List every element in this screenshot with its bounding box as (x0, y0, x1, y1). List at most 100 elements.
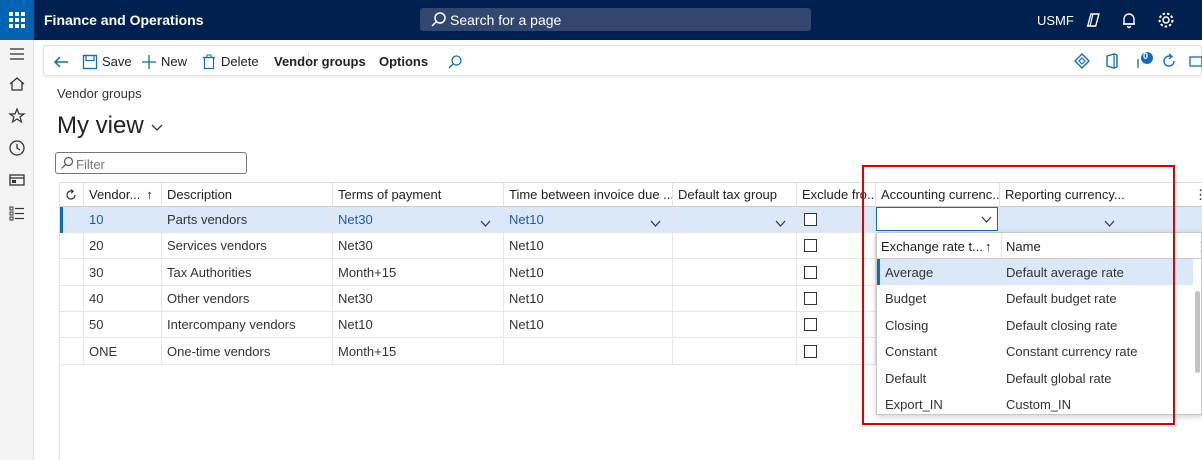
breadcrumb[interactable]: Vendor groups (57, 86, 142, 101)
cell-vendor-group[interactable]: 10 (84, 207, 162, 233)
clock-icon[interactable] (7, 138, 27, 158)
app-launcher-icon[interactable] (0, 0, 34, 40)
cell-terms-of-payment[interactable]: Net10 (333, 312, 504, 339)
vendor-groups-tab[interactable]: Vendor groups (274, 46, 366, 77)
back-button[interactable] (52, 46, 74, 77)
cell-terms-of-payment[interactable]: Net30 (333, 207, 504, 233)
save-button[interactable]: Save (82, 46, 132, 77)
power-apps-icon[interactable] (1072, 51, 1092, 71)
cell-vendor-group[interactable]: ONE (84, 338, 162, 365)
cell-description[interactable]: Other vendors (162, 285, 333, 312)
cell-terms-of-payment[interactable]: Month+15 (333, 338, 504, 365)
accounting-currency-input[interactable] (876, 207, 998, 231)
home-icon[interactable] (7, 74, 27, 94)
cell-vendor-group[interactable]: 20 (84, 233, 162, 260)
lookup-row[interactable]: Budget Default budget rate (877, 285, 1193, 311)
lookup-cell-type: Export_IN (885, 397, 943, 412)
new-button[interactable]: New (141, 46, 187, 77)
lookup-column-divider (1001, 233, 1002, 258)
gear-icon[interactable] (1156, 10, 1176, 30)
lookup-row[interactable]: Default Default global rate (877, 365, 1193, 391)
row-selector[interactable] (60, 259, 84, 286)
lookup-row[interactable]: Average Default average rate (877, 259, 1193, 285)
time-dropdown-chevron-icon[interactable] (650, 216, 661, 231)
company-picker[interactable]: USMF (1037, 13, 1074, 28)
chevron-down-icon[interactable] (150, 120, 164, 134)
column-header-description[interactable]: Description (162, 183, 333, 207)
row-selector[interactable] (60, 312, 84, 339)
reporting-dropdown-chevron-icon[interactable] (1104, 216, 1115, 231)
cell-time-between-invoice[interactable]: Net10 (504, 312, 673, 339)
column-header-exclude-from[interactable]: Exclude fro... (797, 183, 876, 207)
refresh-icon[interactable] (1159, 51, 1179, 71)
lookup-row[interactable]: Closing Default closing rate (877, 312, 1193, 338)
workspace-icon[interactable] (7, 170, 27, 190)
view-selector[interactable]: My view (57, 112, 144, 140)
lookup-scrollbar[interactable] (1195, 291, 1200, 373)
cell-vendor-group[interactable]: 40 (84, 285, 162, 312)
cell-description[interactable]: Parts vendors (162, 207, 333, 233)
cell-terms-of-payment[interactable]: Month+15 (333, 259, 504, 286)
column-header-terms-of-payment[interactable]: Terms of payment (333, 183, 504, 207)
cell-time-between-invoice[interactable]: Net10 (504, 233, 673, 260)
cell-description[interactable]: One-time vendors (162, 338, 333, 365)
cell-vendor-group[interactable]: 50 (84, 312, 162, 339)
filter-input[interactable]: Filter (55, 152, 247, 174)
lookup-column-exchange-rate-type[interactable]: Exchange rate t... (881, 239, 983, 254)
open-new-window-icon[interactable] (1187, 51, 1202, 71)
dynamics-icon[interactable] (1083, 10, 1103, 30)
column-header-accounting-currency[interactable]: Accounting currenc... (876, 183, 1000, 207)
cell-time-between-invoice[interactable]: Net10 (504, 259, 673, 286)
cell-default-tax-group[interactable] (673, 233, 797, 260)
office-icon[interactable] (1102, 51, 1122, 71)
column-header-default-tax-group[interactable]: Default tax group (673, 183, 797, 207)
cell-default-tax-group[interactable] (673, 312, 797, 339)
cell-terms-of-payment[interactable]: Net30 (333, 285, 504, 312)
grid-refresh-cell[interactable] (60, 183, 84, 207)
lookup-cell-type: Constant (885, 344, 938, 360)
chevron-down-icon[interactable] (981, 215, 992, 224)
cell-reporting-currency[interactable] (1000, 207, 1202, 233)
more-options-icon[interactable]: ⋮ (1195, 239, 1201, 255)
lookup-row[interactable]: Export_IN Custom_IN (877, 391, 1193, 414)
exclude-checkbox[interactable] (804, 318, 817, 332)
row-selector[interactable] (60, 207, 84, 233)
column-header-time-between-invoice[interactable]: Time between invoice due ... (504, 183, 673, 207)
cell-time-between-invoice[interactable] (504, 338, 673, 365)
cell-time-between-invoice[interactable]: Net10 (504, 285, 673, 312)
more-options-icon[interactable]: ⋮ (1192, 183, 1202, 207)
exclude-checkbox[interactable] (804, 265, 817, 279)
exclude-checkbox[interactable] (804, 344, 817, 358)
star-icon[interactable] (7, 106, 27, 126)
exclude-checkbox[interactable] (804, 291, 817, 305)
cell-description[interactable]: Intercompany vendors (162, 312, 333, 339)
terms-dropdown-chevron-icon[interactable] (480, 216, 491, 231)
column-header-vendor-group[interactable]: Vendor... ↑ (84, 183, 162, 207)
lookup-column-name[interactable]: Name (1006, 239, 1041, 254)
tax-dropdown-chevron-icon[interactable] (775, 216, 786, 231)
modules-list-icon[interactable] (7, 203, 27, 223)
cell-default-tax-group[interactable] (673, 338, 797, 365)
row-selector[interactable] (60, 233, 84, 260)
cell-time-between-invoice[interactable]: Net10 (504, 207, 673, 233)
options-tab[interactable]: Options (379, 46, 428, 77)
table-row[interactable]: 10 Parts vendors Net30 Net10 (60, 207, 1202, 233)
delete-button[interactable]: Delete (201, 46, 259, 77)
exclude-checkbox[interactable] (804, 239, 817, 253)
search-input[interactable]: Search for a page (420, 8, 811, 31)
hamburger-menu-icon[interactable] (7, 44, 27, 64)
cell-description[interactable]: Services vendors (162, 233, 333, 260)
cell-default-tax-group[interactable] (673, 285, 797, 312)
action-search-button[interactable] (447, 46, 467, 77)
bell-icon[interactable] (1119, 10, 1139, 30)
cell-default-tax-group[interactable] (673, 259, 797, 286)
app-title[interactable]: Finance and Operations (44, 12, 203, 28)
cell-terms-of-payment[interactable]: Net30 (333, 233, 504, 260)
cell-vendor-group[interactable]: 30 (84, 259, 162, 286)
row-selector[interactable] (60, 285, 84, 312)
column-header-reporting-currency[interactable]: Reporting currency... (1000, 183, 1194, 207)
lookup-row[interactable]: Constant Constant currency rate (877, 338, 1193, 364)
exclude-checkbox[interactable] (804, 213, 817, 226)
cell-description[interactable]: Tax Authorities (162, 259, 333, 286)
row-selector[interactable] (60, 338, 84, 365)
